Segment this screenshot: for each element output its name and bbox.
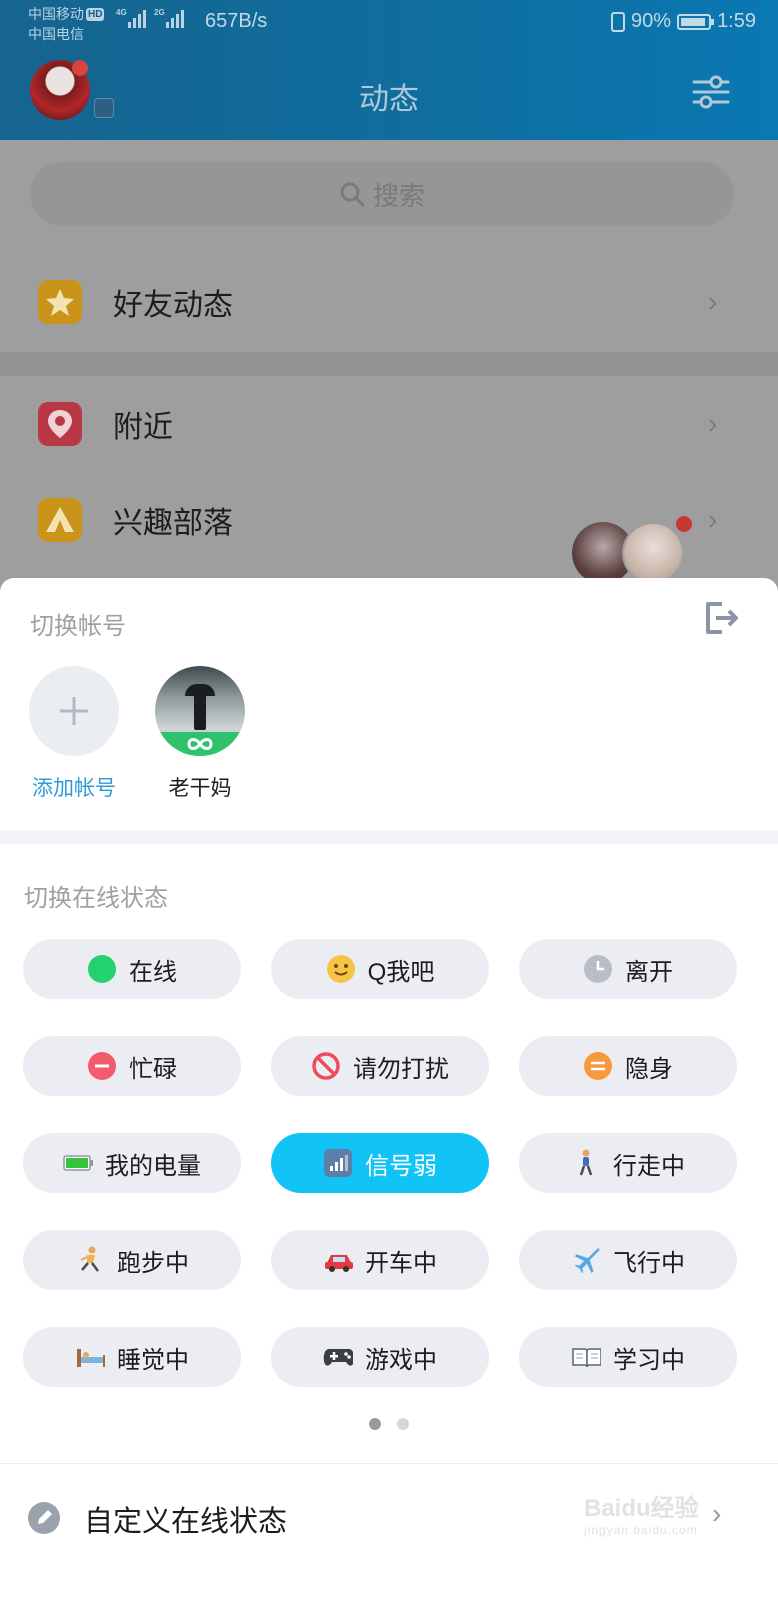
account-item[interactable]: 老干妈: [148, 666, 252, 802]
status-option-flying[interactable]: 飞行中: [519, 1230, 737, 1290]
status-option-driving[interactable]: 开车中: [271, 1230, 489, 1290]
status-option-walking[interactable]: 行走中: [519, 1133, 737, 1193]
status-option-q-me[interactable]: Q我吧: [271, 939, 489, 999]
account-avatar: [155, 666, 245, 756]
feed-row-label: 兴趣部落: [113, 507, 233, 540]
status-option-sleeping[interactable]: 睡觉中: [23, 1327, 241, 1387]
search-placeholder: 搜索: [372, 180, 425, 211]
page-dot: [397, 1418, 409, 1430]
book-icon: [571, 1342, 601, 1372]
status-label: 学习中: [613, 1346, 685, 1374]
equals-circle-icon: [583, 1051, 613, 1081]
page-indicator[interactable]: [0, 1418, 778, 1430]
status-label: 忙碌: [129, 1055, 177, 1083]
page-dot-active: [369, 1418, 381, 1430]
status-label: 我的电量: [105, 1152, 201, 1180]
tent-icon: [38, 498, 82, 542]
status-option-invisible[interactable]: 隐身: [519, 1036, 737, 1096]
hd-badge: HD: [86, 8, 105, 21]
switch-account-title: 切换帐号: [30, 613, 126, 640]
top-bar: 中国移动 HD 中国电信 4G 2G 657B/s 90% 1:59 动态: [0, 0, 778, 140]
status-label: 在线: [129, 958, 177, 986]
status-label: 信号弱: [365, 1152, 437, 1180]
page-title: 动态: [359, 83, 419, 116]
airplane-icon: [571, 1245, 601, 1275]
add-account-label: 添加帐号: [32, 777, 116, 800]
status-option-running[interactable]: 跑步中: [23, 1230, 241, 1290]
status-option-weak-signal[interactable]: 信号弱: [271, 1133, 489, 1193]
logout-icon[interactable]: [702, 598, 742, 638]
vibrate-icon: [611, 11, 626, 32]
signal-icons: 4G 2G: [116, 8, 184, 28]
filter-settings-icon[interactable]: [692, 72, 730, 112]
star-icon: [38, 280, 82, 324]
car-icon: [323, 1245, 353, 1275]
watermark: Baidu经验 jingyan.baidu.com: [584, 1495, 699, 1537]
status-option-gaming[interactable]: 游戏中: [271, 1327, 489, 1387]
network-speed: 657B/s: [205, 10, 268, 32]
location-pin-icon: [38, 402, 82, 446]
chevron-right-icon: ›: [708, 286, 718, 317]
clock-time: 1:59: [717, 10, 756, 32]
status-label: Q我吧: [367, 958, 435, 986]
status-label: 请勿打扰: [353, 1055, 449, 1083]
status-label: 跑步中: [117, 1249, 189, 1277]
feed-row-tribes[interactable]: 兴趣部落 ›: [0, 470, 778, 570]
battery-percent: 90%: [631, 10, 672, 32]
gamepad-icon: [323, 1342, 353, 1372]
status-label: 开车中: [365, 1249, 437, 1277]
battery-icon: [63, 1148, 93, 1178]
signal-icon: 4G: [116, 8, 146, 28]
chevron-right-icon: ›: [712, 1498, 722, 1529]
custom-status-label: 自定义在线状态: [84, 1506, 288, 1538]
chevron-right-icon: ›: [708, 504, 718, 535]
status-label: 离开: [625, 958, 673, 986]
section-divider: [0, 830, 778, 844]
feed-row-label: 附近: [113, 411, 173, 444]
status-label: 游戏中: [365, 1346, 437, 1374]
feed-row-nearby[interactable]: 附近 ›: [0, 374, 778, 474]
status-label: 行走中: [613, 1152, 685, 1180]
status-right: 90% 1:59: [611, 10, 756, 33]
status-option-studying[interactable]: 学习中: [519, 1327, 737, 1387]
chevron-right-icon: ›: [708, 408, 718, 439]
status-option-online[interactable]: 在线: [23, 939, 241, 999]
carrier-info: 中国移动 HD 中国电信: [28, 4, 105, 44]
status-label: 睡觉中: [117, 1346, 189, 1374]
feed-row-friends[interactable]: 好友动态 ›: [0, 252, 778, 584]
pencil-icon: [28, 1502, 60, 1534]
add-icon: [29, 666, 119, 756]
search-bar[interactable]: 搜索: [30, 162, 734, 226]
signal-icon: 2G: [154, 8, 184, 28]
walking-icon: [571, 1148, 601, 1178]
status-option-busy[interactable]: 忙碌: [23, 1036, 241, 1096]
online-status-title: 切换在线状态: [24, 885, 168, 912]
status-option-battery[interactable]: 我的电量: [23, 1133, 241, 1193]
signal-icon: [323, 1148, 353, 1178]
bed-icon: [75, 1342, 105, 1372]
carrier-1: 中国移动: [28, 6, 84, 22]
battery-icon: [677, 13, 715, 30]
carrier-2: 中国电信: [28, 26, 84, 42]
status-label: 隐身: [625, 1055, 673, 1083]
account-name: 老干妈: [168, 777, 232, 800]
clock-icon: [583, 954, 613, 984]
smiley-icon: [326, 954, 356, 984]
minus-circle-icon: [87, 1051, 117, 1081]
add-account-button[interactable]: 添加帐号: [22, 666, 126, 802]
status-option-dnd[interactable]: 请勿打扰: [271, 1036, 489, 1096]
no-entry-icon: [311, 1051, 341, 1081]
search-icon: [340, 182, 365, 207]
running-icon: [75, 1245, 105, 1275]
status-option-away[interactable]: 离开: [519, 939, 737, 999]
section-divider: [0, 352, 778, 376]
infinity-icon: [155, 732, 245, 756]
status-label: 飞行中: [613, 1249, 685, 1277]
green-dot-icon: [87, 954, 117, 984]
feed-row-label: 好友动态: [113, 289, 233, 322]
